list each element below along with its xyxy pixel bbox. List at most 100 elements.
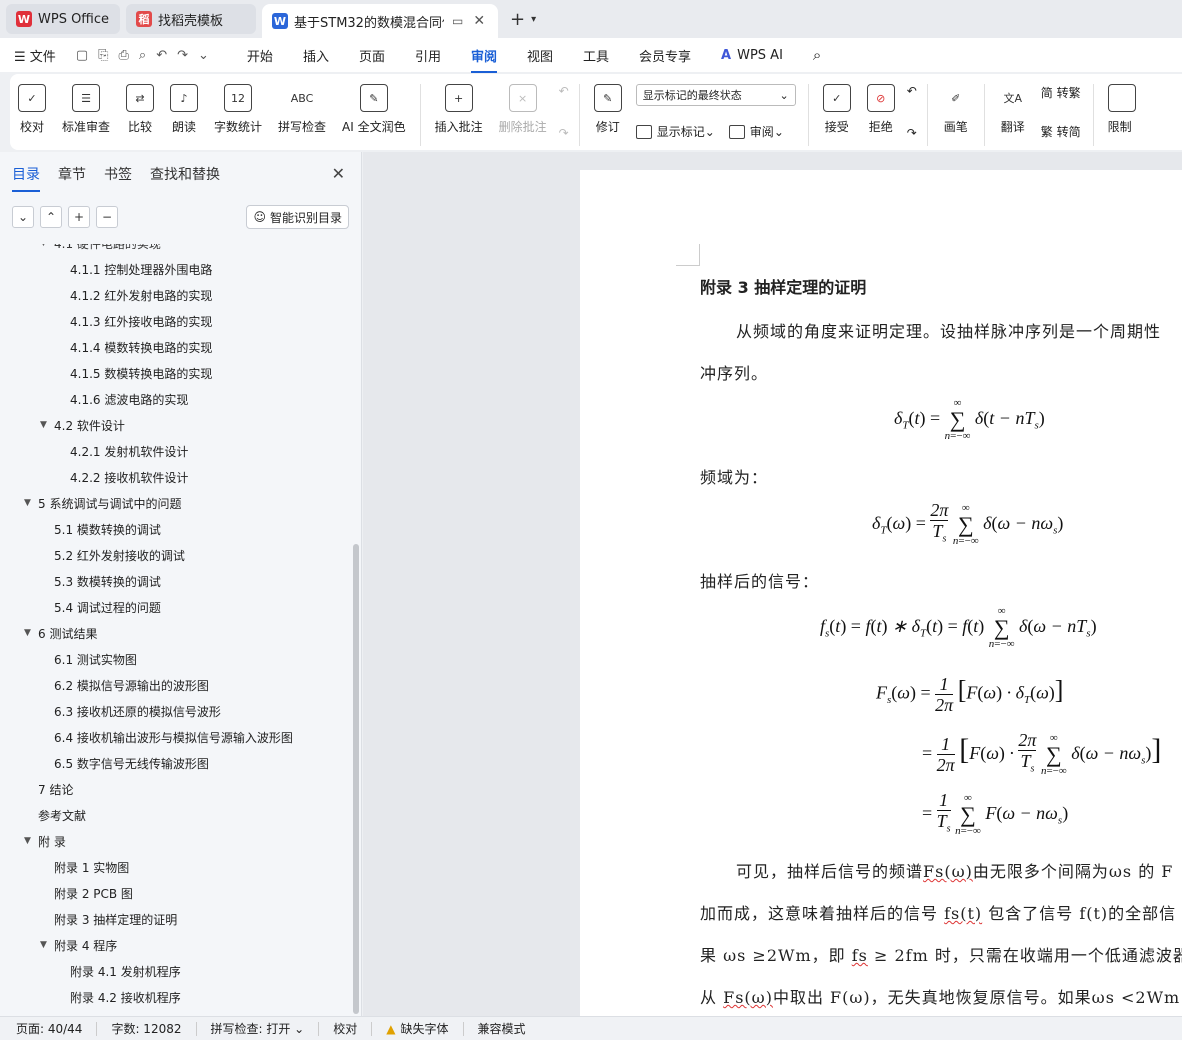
tab-document[interactable]: W 基于STM32的数模混合同传 ▭ ✕ (262, 4, 498, 38)
toc-item[interactable]: ▼ 4.2 软件设计 (0, 412, 354, 438)
document-page[interactable]: 附录 3 抽样定理的证明 从频域的角度来证明定理。设抽样脉冲序列是一个周期性 冲… (580, 170, 1182, 1016)
toc-item[interactable]: 6.3 接收机还原的模拟信号波形 (0, 698, 354, 724)
print-icon[interactable]: ⎙ (119, 48, 129, 63)
menu-review[interactable]: 审阅 (470, 46, 498, 73)
menu-page[interactable]: 页面 (359, 46, 385, 65)
toc-item[interactable]: 5.1 模数转换的调试 (0, 516, 354, 542)
toc-item[interactable]: 4.2.1 发射机软件设计 (0, 438, 354, 464)
menu-member[interactable]: 会员专享 (639, 46, 691, 65)
toc-item[interactable]: 附录 4.2 接收机程序 (0, 984, 354, 1010)
monitor-icon[interactable]: ▭ (452, 14, 463, 28)
remove-heading-icon[interactable]: − (96, 206, 118, 228)
accept-button[interactable]: ✓ 接受 (822, 84, 851, 135)
delete-comment-button[interactable]: × 删除批注 (499, 84, 547, 135)
toc-item[interactable]: 4.1.1 控制处理器外围电路 (0, 256, 354, 282)
caret-down-icon[interactable]: ▼ (40, 940, 54, 950)
to-simplified-button[interactable]: 繁 转简 (1041, 123, 1081, 140)
word-count-button[interactable]: 12 字数统计 (214, 84, 262, 135)
toc-item[interactable]: 7 结论 (0, 776, 354, 802)
proofread-status[interactable]: 校对 (333, 1020, 357, 1037)
caret-down-icon[interactable]: ▼ (24, 628, 38, 638)
toc-item[interactable]: 6.5 数字信号无线传输波形图 (0, 750, 354, 776)
print-preview-icon[interactable]: ⌕ (139, 48, 146, 63)
toc-item[interactable]: 4.1.2 红外发射电路的实现 (0, 282, 354, 308)
redo-icon[interactable]: ↷ (177, 48, 188, 63)
ai-polish-button[interactable]: ✎ AI 全文润色 (342, 84, 406, 135)
tab-sections[interactable]: 章节 (58, 164, 86, 184)
toc-item[interactable]: 6.4 接收机输出波形与模拟信号源输入波形图 (0, 724, 354, 750)
proofread-button[interactable]: ✓ 校对 (18, 84, 46, 135)
smart-toc-button[interactable]: ☺ 智能识别目录 (246, 205, 349, 229)
tab-docer[interactable]: 稻 找稻壳模板 (126, 4, 256, 34)
toc-item[interactable]: ▼ 6 测试结果 (0, 620, 354, 646)
caret-down-icon[interactable]: ▼ (24, 498, 38, 508)
tab-wps-office[interactable]: W WPS Office (6, 4, 120, 34)
toc-item[interactable]: 4.1.5 数模转换电路的实现 (0, 360, 354, 386)
toc-item[interactable]: 参考文献 (0, 802, 354, 828)
prev-change-icon[interactable]: ↶ (907, 84, 917, 98)
caret-down-icon[interactable]: ▼ (40, 420, 54, 430)
menu-tools[interactable]: 工具 (583, 46, 609, 65)
tab-toc[interactable]: 目录 (12, 164, 40, 192)
wps-ai-button[interactable]: A WPS AI (721, 48, 783, 63)
restrict-button[interactable]: 限制 (1107, 84, 1136, 135)
read-aloud-button[interactable]: ♪ 朗读 (170, 84, 199, 135)
next-comment-icon[interactable]: ↷ (559, 126, 569, 140)
next-change-icon[interactable]: ↷ (907, 126, 917, 140)
toc-item[interactable]: 附录 1 实物图 (0, 854, 354, 880)
expand-icon[interactable]: ⌄ (12, 206, 34, 228)
prev-comment-icon[interactable]: ↶ (559, 84, 569, 98)
toc-item[interactable]: 4.2.2 接收机软件设计 (0, 464, 354, 490)
new-tab-icon[interactable]: + (510, 9, 525, 30)
page-indicator[interactable]: 页面: 40/44 (16, 1020, 82, 1037)
add-heading-icon[interactable]: + (68, 206, 90, 228)
save-icon[interactable]: ▢ (76, 48, 88, 63)
toc-item[interactable]: 附录 2 PCB 图 (0, 880, 354, 906)
menu-insert[interactable]: 插入 (303, 46, 329, 65)
to-traditional-button[interactable]: 简 转繁 (1041, 84, 1081, 101)
toc-item[interactable]: 5.2 红外发射接收的调试 (0, 542, 354, 568)
caret-down-icon[interactable]: ▼ (24, 836, 38, 846)
toc-item[interactable]: 附录 4.1 发射机程序 (0, 958, 354, 984)
undo-icon[interactable]: ↶ (156, 48, 167, 63)
translate-button[interactable]: 文A 翻译 (999, 84, 1027, 135)
chevron-down-icon[interactable]: ⌄ (198, 48, 209, 63)
toc-item[interactable]: 附录 3 抽样定理的证明 (0, 906, 354, 932)
toc-item[interactable]: ▼ 附录 4 程序 (0, 932, 354, 958)
toc-item[interactable]: 4.1.6 滤波电路的实现 (0, 386, 354, 412)
word-count-indicator[interactable]: 字数: 12082 (111, 1020, 181, 1037)
toc-item[interactable]: ▼4.1 硬件电路的实现 (0, 244, 354, 256)
close-icon[interactable]: ✕ (473, 13, 485, 29)
toc-item[interactable]: 6.2 模拟信号源输出的波形图 (0, 672, 354, 698)
toc-item[interactable]: ▼ 5 系统调试与调试中的问题 (0, 490, 354, 516)
toc-item[interactable]: 4.1.4 模数转换电路的实现 (0, 334, 354, 360)
toc-item[interactable]: 5.4 调试过程的问题 (0, 594, 354, 620)
insert-comment-button[interactable]: + 插入批注 (435, 84, 483, 135)
chevron-down-icon[interactable]: ▾ (531, 14, 536, 25)
track-changes-button[interactable]: ✎ 修订 (593, 84, 622, 135)
standard-review-button[interactable]: ☰ 标准审查 (62, 84, 110, 135)
export-icon[interactable]: ⎘ (98, 48, 108, 63)
tab-bookmarks[interactable]: 书签 (104, 164, 132, 184)
review-pane-button[interactable]: 审阅 ⌄ (728, 123, 784, 140)
search-icon[interactable]: ⌕ (813, 46, 821, 64)
spell-check-status[interactable]: 拼写检查: 打开 ⌄ (211, 1020, 305, 1037)
pen-button[interactable]: ✐ 画笔 (942, 84, 970, 135)
menu-start[interactable]: 开始 (247, 46, 273, 65)
toc-item[interactable]: 4.1.3 红外接收电路的实现 (0, 308, 354, 334)
reject-button[interactable]: ⊘ 拒绝 (866, 84, 895, 135)
missing-font-status[interactable]: ▲ 缺失字体 (386, 1020, 448, 1037)
toc-item[interactable]: 5.3 数模转换的调试 (0, 568, 354, 594)
toc-item[interactable]: 6.1 测试实物图 (0, 646, 354, 672)
menu-references[interactable]: 引用 (415, 46, 441, 65)
caret-down-icon[interactable]: ▼ (40, 244, 54, 248)
collapse-icon[interactable]: ⌃ (40, 206, 62, 228)
file-menu[interactable]: ☰ 文件 (14, 46, 56, 65)
menu-view[interactable]: 视图 (527, 46, 553, 65)
compare-button[interactable]: ⇄ 比较 (126, 84, 155, 135)
spell-check-button[interactable]: ABC 拼写检查 (278, 84, 326, 135)
close-icon[interactable]: ✕ (332, 164, 345, 183)
markup-select[interactable]: 显示标记的最终状态 ⌄ (635, 84, 796, 106)
show-markup-button[interactable]: 显示标记 ⌄ (635, 123, 715, 140)
tab-find-replace[interactable]: 查找和替换 (150, 164, 220, 184)
